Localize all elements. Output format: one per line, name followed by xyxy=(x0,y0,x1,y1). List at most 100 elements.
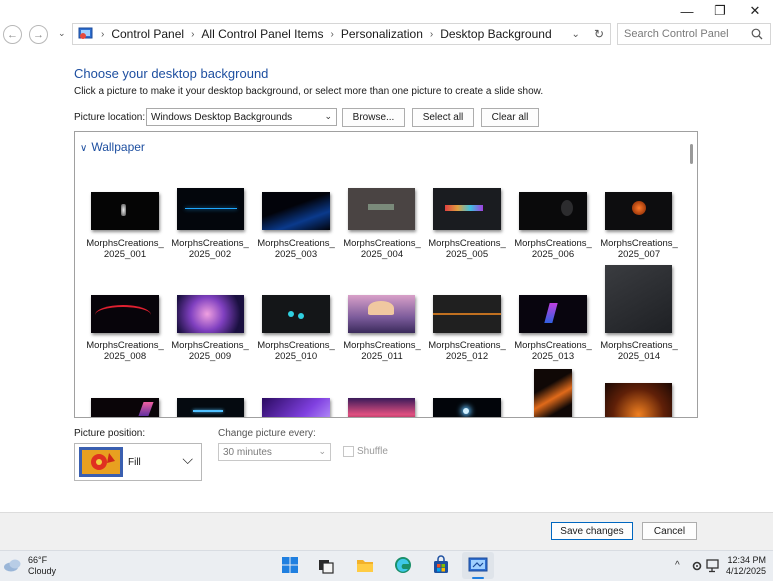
wallpaper-caption: MorphsCreations_ 2025_003 xyxy=(257,238,335,260)
wallpaper-thumbnail[interactable] xyxy=(605,383,672,417)
breadcrumb-all-items[interactable]: All Control Panel Items xyxy=(201,27,323,41)
change-interval-value: 30 minutes xyxy=(223,446,272,458)
wallpaper-thumbnail[interactable] xyxy=(177,188,244,230)
wallpaper-thumbnail[interactable] xyxy=(534,369,572,417)
picture-position-label: Picture position: xyxy=(74,428,146,439)
wallpaper-thumbnail[interactable] xyxy=(177,295,244,333)
shuffle-checkbox-box[interactable] xyxy=(343,446,354,457)
address-history-chevron-icon[interactable]: ⌄ xyxy=(572,29,580,40)
shuffle-checkbox[interactable]: Shuffle xyxy=(343,446,388,457)
breadcrumb-separator: › xyxy=(101,28,105,40)
minimize-button[interactable]: — xyxy=(670,0,704,22)
file-explorer-icon[interactable] xyxy=(355,555,375,575)
breadcrumb-personalization[interactable]: Personalization xyxy=(341,27,423,41)
wallpaper-thumbnail[interactable] xyxy=(519,295,587,333)
forward-arrow-icon: → xyxy=(33,28,44,41)
wallpaper-thumbnail[interactable] xyxy=(605,192,672,230)
breadcrumb-separator: › xyxy=(330,28,334,40)
weather-widget[interactable] xyxy=(3,558,23,575)
cancel-button[interactable]: Cancel xyxy=(642,522,697,540)
browse-button[interactable]: Browse... xyxy=(342,108,405,127)
location-gear-icon[interactable] xyxy=(690,559,704,573)
network-icon[interactable] xyxy=(706,559,722,573)
control-panel-icon xyxy=(78,27,93,39)
clear-all-button[interactable]: Clear all xyxy=(481,108,539,127)
picture-location-select[interactable]: Windows Desktop Backgrounds ⌄ xyxy=(146,108,337,126)
wallpaper-thumbnail[interactable] xyxy=(177,398,244,417)
search-box[interactable] xyxy=(617,23,771,45)
clock-date: 4/12/2025 xyxy=(726,566,767,576)
shuffle-label: Shuffle xyxy=(357,446,388,457)
task-view-icon[interactable] xyxy=(316,555,336,575)
wallpaper-thumbnail[interactable] xyxy=(519,192,587,230)
weather-condition: Cloudy xyxy=(28,566,57,576)
wallpaper-caption: MorphsCreations_ 2025_012 xyxy=(428,340,506,362)
wallpaper-caption: MorphsCreations_ 2025_011 xyxy=(343,340,421,362)
minimize-icon: — xyxy=(680,3,694,19)
picture-position-select[interactable]: Fill ⌵ xyxy=(74,443,202,481)
fill-position-preview-icon xyxy=(79,447,123,477)
page-description: Click a picture to make it your desktop … xyxy=(74,86,544,97)
wallpaper-thumbnail[interactable] xyxy=(91,295,159,333)
wallpaper-thumbnail[interactable] xyxy=(348,188,415,230)
title-bar xyxy=(0,0,773,22)
search-icon xyxy=(751,28,763,40)
wallpaper-caption: MorphsCreations_ 2025_005 xyxy=(428,238,506,260)
breadcrumb-separator: › xyxy=(429,28,434,40)
wallpaper-thumbnail[interactable] xyxy=(262,192,330,230)
wallpaper-caption: MorphsCreations_ 2025_006 xyxy=(514,238,592,260)
edge-browser-icon[interactable] xyxy=(393,555,413,575)
taskbar xyxy=(0,550,773,581)
wallpaper-thumbnail[interactable] xyxy=(262,295,330,333)
wallpaper-thumbnail[interactable] xyxy=(433,295,501,333)
wallpaper-thumbnail[interactable] xyxy=(348,398,415,417)
address-bar[interactable]: › Control Panel › All Control Panel Item… xyxy=(72,23,611,45)
save-changes-button[interactable]: Save changes xyxy=(551,522,633,540)
weather-temperature: 66°F xyxy=(28,555,48,565)
control-panel-taskbar-icon[interactable] xyxy=(468,555,488,575)
wallpaper-thumbnail[interactable] xyxy=(348,295,415,333)
cloud-icon xyxy=(4,559,21,572)
wallpaper-thumbnail[interactable] xyxy=(262,398,330,417)
wallpaper-caption: MorphsCreations_ 2025_014 xyxy=(600,340,678,362)
chevron-down-icon: ⌵ xyxy=(182,451,193,467)
change-interval-select[interactable]: 30 minutes ⌄ xyxy=(218,443,331,461)
gallery-scrollbar[interactable] xyxy=(690,144,693,164)
close-icon: ✕ xyxy=(749,3,761,18)
wallpaper-thumbnail[interactable] xyxy=(91,398,159,417)
clock-time: 12:34 PM xyxy=(727,555,766,565)
select-all-button[interactable]: Select all xyxy=(412,108,474,127)
back-button[interactable]: ← xyxy=(3,25,22,44)
microsoft-store-icon[interactable] xyxy=(431,555,451,575)
forward-button[interactable]: → xyxy=(29,25,48,44)
show-hidden-icons-button[interactable]: ^ xyxy=(675,560,680,571)
weather-text[interactable]: 66°F Cloudy xyxy=(28,555,56,577)
wallpaper-group-header[interactable]: ∨ Wallpaper xyxy=(80,140,145,154)
maximize-button[interactable]: ❐ xyxy=(703,0,737,22)
refresh-icon[interactable]: ↻ xyxy=(594,27,604,41)
search-input[interactable] xyxy=(618,27,751,41)
maximize-icon: ❐ xyxy=(714,3,726,18)
clock[interactable]: 12:34 PM 4/12/2025 xyxy=(726,555,766,577)
wallpaper-caption: MorphsCreations_ 2025_004 xyxy=(343,238,421,260)
wallpaper-group-label: Wallpaper xyxy=(91,140,145,154)
recent-locations-button[interactable]: ⌄ xyxy=(58,28,66,39)
chevron-up-icon: ^ xyxy=(675,560,680,571)
wallpaper-thumbnail[interactable] xyxy=(91,192,159,230)
close-button[interactable]: ✕ xyxy=(738,0,772,22)
wallpaper-thumbnail[interactable] xyxy=(433,188,501,230)
wallpaper-gallery[interactable]: ∨ Wallpaper MorphsCreations_ 2025_001 Morp… xyxy=(74,131,698,418)
wallpaper-thumbnail[interactable] xyxy=(433,398,501,417)
picture-location-value: Windows Desktop Backgrounds xyxy=(151,111,293,123)
breadcrumb-control-panel[interactable]: Control Panel xyxy=(111,27,184,41)
wallpaper-caption: MorphsCreations_ 2025_001 xyxy=(86,238,164,260)
wallpaper-caption: MorphsCreations_ 2025_013 xyxy=(514,340,592,362)
start-icon[interactable] xyxy=(280,555,300,575)
breadcrumb-desktop-background[interactable]: Desktop Background xyxy=(440,27,551,41)
wallpaper-thumbnail[interactable] xyxy=(605,265,672,333)
active-app-indicator xyxy=(472,577,484,579)
chevron-down-icon: ⌄ xyxy=(58,28,66,38)
wallpaper-caption: MorphsCreations_ 2025_008 xyxy=(86,340,164,362)
wallpaper-caption: MorphsCreations_ 2025_002 xyxy=(171,238,249,260)
chevron-down-icon: ∨ xyxy=(80,143,88,154)
